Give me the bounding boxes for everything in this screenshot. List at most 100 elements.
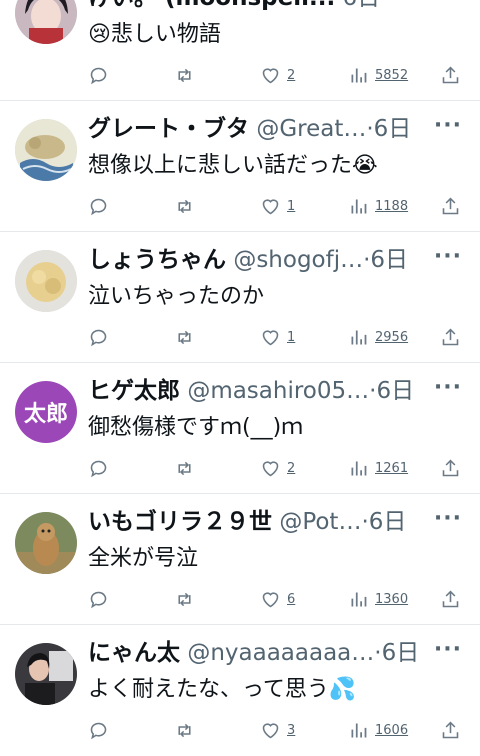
views-button[interactable]: 2956 <box>348 324 408 350</box>
avatar[interactable] <box>15 0 77 44</box>
timestamp[interactable]: ·6日 <box>369 378 414 404</box>
display-name[interactable]: しょうちゃん <box>88 247 226 273</box>
like-count: 2 <box>287 460 296 476</box>
reply-button[interactable] <box>88 193 109 219</box>
retweet-icon <box>178 723 191 737</box>
reply-button[interactable] <box>88 455 109 481</box>
more-options-icon[interactable]: ··· <box>434 506 462 531</box>
avatar[interactable] <box>15 643 77 705</box>
action-bar: 2 1261 <box>88 455 468 481</box>
more-options-icon[interactable]: ··· <box>434 244 462 269</box>
timestamp[interactable]: ·6日 <box>363 247 408 273</box>
views-button[interactable]: 1360 <box>348 586 408 612</box>
retweet-button[interactable] <box>174 586 195 612</box>
like-button[interactable]: 1 <box>260 324 295 350</box>
retweet-icon <box>178 330 191 344</box>
views-button[interactable]: 1188 <box>348 193 408 219</box>
view-count: 5852 <box>375 67 409 83</box>
retweet-button[interactable] <box>174 62 195 88</box>
share-button[interactable] <box>440 455 461 481</box>
handle[interactable]: @Great… <box>256 116 366 142</box>
like-button[interactable]: 2 <box>260 455 295 481</box>
heart-icon <box>262 460 279 476</box>
action-bar: 6 1360 <box>88 586 468 612</box>
more-options-icon[interactable]: ··· <box>434 375 462 400</box>
heart-icon <box>262 329 279 345</box>
handle[interactable]: @nyaaaaaaaa… <box>187 640 374 666</box>
tweet[interactable]: けい。 (moonspell... 6日 😢悲しい物語 2 5852 <box>0 0 480 101</box>
more-options-icon[interactable]: ··· <box>434 113 462 138</box>
avatar[interactable] <box>15 119 77 181</box>
display-name[interactable]: にゃん太 <box>88 640 180 666</box>
handle[interactable]: @shogofj… <box>233 247 363 273</box>
share-icon <box>442 459 459 476</box>
like-button[interactable]: 1 <box>260 193 295 219</box>
heart-icon <box>262 591 279 607</box>
retweet-button[interactable] <box>174 717 195 743</box>
avatar[interactable] <box>15 512 77 574</box>
reply-button[interactable] <box>88 324 109 350</box>
share-button[interactable] <box>440 193 461 219</box>
views-button[interactable]: 1261 <box>348 455 408 481</box>
tweet[interactable]: にゃん太 @nyaaaaaaaa…·6日 ··· よく耐えたな、って思う💦 3 … <box>0 625 480 756</box>
tweet-text: 😢悲しい物語 <box>88 22 221 47</box>
tweet-header: ヒゲ太郎 @masahiro05…·6日 <box>88 375 434 407</box>
like-count: 3 <box>287 722 296 738</box>
views-button[interactable]: 1606 <box>348 717 408 743</box>
tweet-text: 泣いちゃったのか <box>88 284 265 309</box>
retweet-button[interactable] <box>174 455 195 481</box>
share-icon <box>442 197 459 214</box>
handle[interactable]: @Pot… <box>279 509 361 535</box>
views-button[interactable]: 5852 <box>348 62 408 88</box>
tweet[interactable]: 太郎 ヒゲ太郎 @masahiro05…·6日 ··· 御愁傷様ですｍ(__)ｍ… <box>0 363 480 494</box>
reply-icon <box>90 591 107 608</box>
bar-chart-icon <box>351 461 367 475</box>
timestamp[interactable]: 6日 <box>343 0 381 11</box>
like-button[interactable]: 3 <box>260 717 295 743</box>
share-button[interactable] <box>440 586 461 612</box>
like-button[interactable]: 2 <box>260 62 295 88</box>
reply-icon <box>90 329 107 346</box>
view-count: 1261 <box>375 460 409 476</box>
like-count: 1 <box>287 198 296 214</box>
display-name[interactable]: いもゴリラ２９世 <box>88 509 272 535</box>
reply-icon <box>90 67 107 84</box>
view-count: 1360 <box>375 591 409 607</box>
avatar[interactable]: 太郎 <box>15 381 77 443</box>
action-bar: 3 1606 <box>88 717 468 743</box>
timestamp[interactable]: ·6日 <box>361 509 406 535</box>
share-button[interactable] <box>440 62 461 88</box>
retweet-button[interactable] <box>174 193 195 219</box>
share-icon <box>442 721 459 738</box>
share-button[interactable] <box>440 324 461 350</box>
reply-button[interactable] <box>88 586 109 612</box>
retweet-icon <box>178 461 191 475</box>
tweet-text: 御愁傷様ですｍ(__)ｍ <box>88 415 304 440</box>
display-name[interactable]: グレート・ブタ <box>88 116 249 142</box>
handle[interactable]: @masahiro05… <box>187 378 369 404</box>
tweet-text: 全米が号泣 <box>88 546 199 571</box>
retweet-button[interactable] <box>174 324 195 350</box>
like-count: 2 <box>287 67 296 83</box>
reply-button[interactable] <box>88 717 109 743</box>
bar-chart-icon <box>351 68 367 82</box>
share-icon <box>442 590 459 607</box>
tweet[interactable]: しょうちゃん @shogofj…·6日 ··· 泣いちゃったのか 1 2956 <box>0 232 480 363</box>
like-button[interactable]: 6 <box>260 586 295 612</box>
timestamp[interactable]: ·6日 <box>374 640 419 666</box>
reply-button[interactable] <box>88 62 109 88</box>
timestamp[interactable]: ·6日 <box>366 116 411 142</box>
tweet-header: グレート・ブタ @Great…·6日 <box>88 113 434 145</box>
more-options-icon[interactable]: ··· <box>434 637 462 662</box>
tweet-text: よく耐えたな、って思う💦 <box>88 677 357 702</box>
tweet[interactable]: いもゴリラ２９世 @Pot…·6日 ··· 全米が号泣 6 1360 <box>0 494 480 625</box>
view-count: 1188 <box>375 198 409 214</box>
bar-chart-icon <box>351 592 367 606</box>
bar-chart-icon <box>351 330 367 344</box>
display-name[interactable]: けい。 (moonspell... <box>88 0 335 11</box>
avatar[interactable] <box>15 250 77 312</box>
share-button[interactable] <box>440 717 461 743</box>
heart-icon <box>262 198 279 214</box>
display-name[interactable]: ヒゲ太郎 <box>88 378 180 404</box>
tweet[interactable]: グレート・ブタ @Great…·6日 ··· 想像以上に悲しい話だった😭 1 1… <box>0 101 480 232</box>
